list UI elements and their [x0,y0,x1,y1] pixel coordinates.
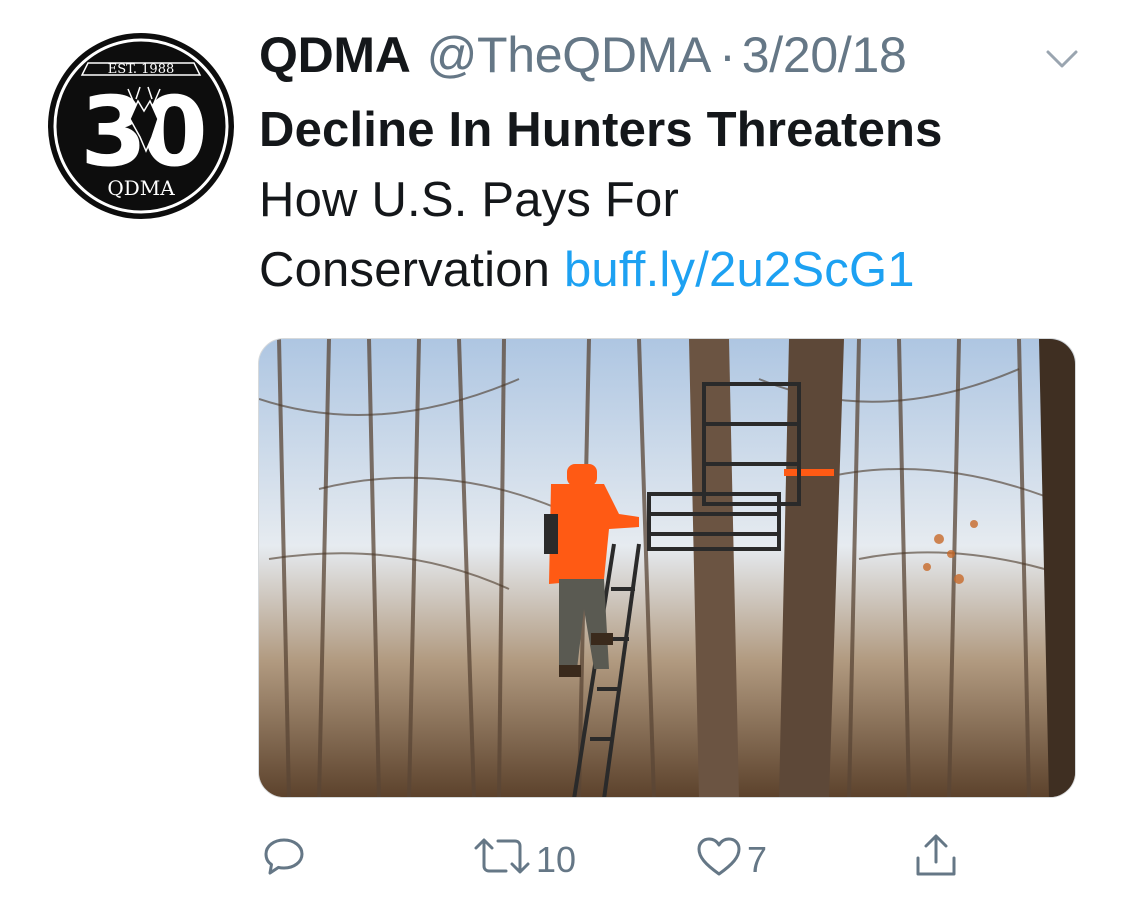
display-name[interactable]: QDMA [259,26,411,84]
avatar[interactable]: EST. 1988 30 QDMA [48,33,234,219]
user-handle[interactable]: @TheQDMA [427,26,712,84]
tweet-photo[interactable] [258,338,1076,798]
tweet-link[interactable]: buff.ly/2u2ScG1 [564,243,915,297]
hunter-treestand-photo [259,339,1075,797]
logo-bottom-text: QDMA [107,176,175,200]
qdma-logo: EST. 1988 30 QDMA [53,38,229,214]
retweet-icon [472,832,532,889]
tweet-headline: Decline In Hunters Threatens [259,103,943,157]
like-count: 7 [747,839,768,880]
like-button[interactable]: 7 [695,830,767,890]
tweet-text: Decline In Hunters Threatens How U.S. Pa… [259,95,1089,305]
reply-icon [260,832,308,889]
tweet-text-line-3: Conservation [259,243,551,297]
retweet-button[interactable]: 10 [472,830,576,890]
tweet[interactable]: EST. 1988 30 QDMA QDMA @TheQDMA · 3/20/1… [0,0,1125,909]
share-icon [912,832,960,889]
chevron-down-icon[interactable] [1042,44,1082,74]
tweet-header: QDMA @TheQDMA · 3/20/18 [259,26,907,86]
share-button[interactable] [912,830,960,890]
heart-icon [695,832,743,889]
tweet-date[interactable]: 3/20/18 [742,26,907,84]
tweet-actions: 10 7 [0,830,1125,890]
reply-button[interactable] [260,830,308,890]
retweet-count: 10 [536,839,577,880]
logo-top-text: EST. 1988 [108,62,175,77]
separator-dot: · [719,27,736,83]
tweet-text-line-2: How U.S. Pays For [259,173,679,227]
